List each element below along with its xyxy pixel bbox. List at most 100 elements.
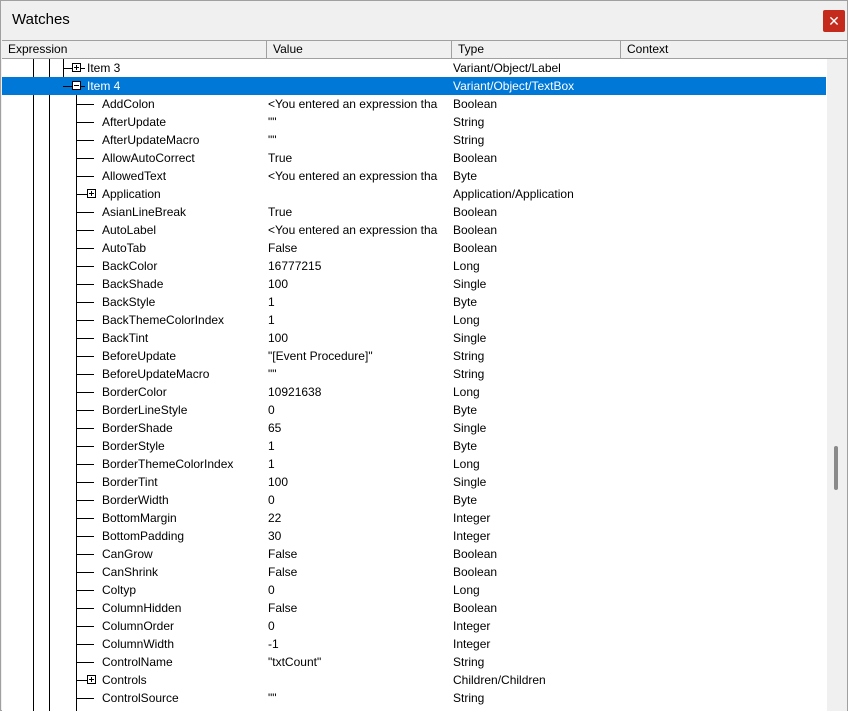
expand-icon[interactable]	[87, 675, 96, 684]
value-cell[interactable]: 0	[268, 401, 451, 419]
value-cell[interactable]	[268, 59, 451, 77]
type-cell: Long	[453, 583, 480, 597]
value-cell[interactable]: "[Event Procedure]"	[268, 347, 451, 365]
value-cell[interactable]: 100	[268, 275, 451, 293]
watch-row[interactable]: AutoLabel <You entered an expression tha B…	[2, 221, 826, 239]
watch-row[interactable]: BorderWidth 0 Byte	[2, 491, 826, 509]
watch-row[interactable]: BottomMargin 22 Integer	[2, 509, 826, 527]
value-cell[interactable]: 1	[268, 437, 451, 455]
value-cell[interactable]: <You entered an expression tha	[268, 221, 451, 239]
watch-row[interactable]: ColumnWidth -1 Integer	[2, 635, 826, 653]
value-cell[interactable]: False	[268, 545, 451, 563]
type-cell: Boolean	[453, 601, 498, 615]
watch-row[interactable]: BeforeUpdateMacro "" String	[2, 365, 826, 383]
value-cell[interactable]	[268, 77, 451, 95]
value-cell[interactable]: 30	[268, 527, 451, 545]
watch-row[interactable]: Coltyp 0 Long	[2, 581, 826, 599]
column-header-expression[interactable]: Expression	[2, 41, 267, 58]
watch-row[interactable]: BackStyle 1 Byte	[2, 293, 826, 311]
watch-row[interactable]: AddColon <You entered an expression tha Bo…	[2, 95, 826, 113]
watch-row[interactable]: BeforeUpdate "[Event Procedure]" String	[2, 347, 826, 365]
watch-row[interactable]: ControlName "txtCount" String	[2, 653, 826, 671]
collapse-icon[interactable]	[72, 81, 81, 90]
value-cell[interactable]: -1	[268, 635, 451, 653]
column-header-context[interactable]: Context	[621, 41, 847, 58]
type-cell: Integer	[453, 637, 491, 651]
watch-row[interactable]: Item 4 Variant/Object/TextBox	[2, 77, 826, 95]
watch-row[interactable]: BorderThemeColorIndex 1 Long	[2, 455, 826, 473]
tree-connector	[76, 356, 94, 357]
value-cell[interactable]: False	[268, 599, 451, 617]
watch-row[interactable]: CanShrink False Boolean	[2, 563, 826, 581]
value-cell[interactable]: 100	[268, 473, 451, 491]
title-bar[interactable]: Watches ✕	[1, 1, 847, 39]
watch-row[interactable]: BorderColor 10921638 Long	[2, 383, 826, 401]
value-cell[interactable]: ""	[268, 365, 451, 383]
watch-row[interactable]: BottomPadding 30 Integer	[2, 527, 826, 545]
tree-connector	[76, 104, 94, 105]
value-cell[interactable]: 0	[268, 491, 451, 509]
expand-icon[interactable]	[72, 63, 81, 72]
watch-row[interactable]: CanGrow False Boolean	[2, 545, 826, 563]
watch-row[interactable]: AllowedText <You entered an expression th…	[2, 167, 826, 185]
watch-row[interactable]: Item 3 Variant/Object/Label	[2, 59, 826, 77]
value-cell[interactable]: <You entered an expression tha	[268, 167, 451, 185]
watch-row[interactable]: ControlSource "" String	[2, 689, 826, 707]
watch-row[interactable]: BorderStyle 1 Byte	[2, 437, 826, 455]
expression-cell: ColumnWidth	[102, 637, 175, 651]
type-cell: Byte	[453, 169, 478, 183]
type-cell: Long	[453, 457, 480, 471]
value-cell[interactable]: 0	[268, 617, 451, 635]
watch-row[interactable]: ColumnOrder 0 Integer	[2, 617, 826, 635]
type-cell: String	[453, 691, 485, 705]
value-cell[interactable]: 22	[268, 509, 451, 527]
value-cell[interactable]: 1	[268, 293, 451, 311]
value-cell[interactable]: ""	[268, 113, 451, 131]
value-cell[interactable]: 16777215	[268, 257, 451, 275]
value-cell[interactable]: 10921638	[268, 383, 451, 401]
watch-row[interactable]: BorderTint 100 Single	[2, 473, 826, 491]
close-button[interactable]: ✕	[823, 10, 845, 32]
value-cell[interactable]	[268, 671, 451, 689]
value-cell[interactable]: ""	[268, 689, 451, 707]
watch-row[interactable]: Application Application/Application	[2, 185, 826, 203]
expression-cell: BorderShade	[102, 421, 173, 435]
value-cell[interactable]: "txtCount"	[268, 653, 451, 671]
value-cell[interactable]: True	[268, 203, 451, 221]
watch-row[interactable]: BorderShade 65 Single	[2, 419, 826, 437]
column-header-value[interactable]: Value	[267, 41, 452, 58]
type-cell: Boolean	[453, 97, 498, 111]
value-cell[interactable]	[268, 185, 451, 203]
column-header-type[interactable]: Type	[452, 41, 621, 58]
expression-cell: CanShrink	[102, 565, 159, 579]
value-cell[interactable]: 0	[268, 581, 451, 599]
expand-icon[interactable]	[87, 189, 96, 198]
value-cell[interactable]: ""	[268, 131, 451, 149]
watch-row[interactable]: AllowAutoCorrect True Boolean	[2, 149, 826, 167]
watch-row[interactable]: BackColor 16777215 Long	[2, 257, 826, 275]
watch-row[interactable]: BackShade 100 Single	[2, 275, 826, 293]
watch-row[interactable]: AsianLineBreak True Boolean	[2, 203, 826, 221]
value-cell[interactable]: 1	[268, 455, 451, 473]
value-cell[interactable]: 1	[268, 311, 451, 329]
expression-cell: BorderThemeColorIndex	[102, 457, 234, 471]
watch-row[interactable]: BackThemeColorIndex 1 Long	[2, 311, 826, 329]
tree-connector	[76, 644, 94, 645]
watch-row[interactable]: AfterUpdateMacro "" String	[2, 131, 826, 149]
watch-list[interactable]: Expression Value Type Context Item 3 Vari…	[2, 40, 847, 711]
tree-connector	[76, 176, 94, 177]
watch-row[interactable]: AutoTab False Boolean	[2, 239, 826, 257]
vertical-scrollbar[interactable]	[827, 59, 847, 711]
value-cell[interactable]: False	[268, 563, 451, 581]
watch-row[interactable]: ColumnHidden False Boolean	[2, 599, 826, 617]
value-cell[interactable]: False	[268, 239, 451, 257]
value-cell[interactable]: 100	[268, 329, 451, 347]
value-cell[interactable]: 65	[268, 419, 451, 437]
watch-row[interactable]: Controls Children/Children	[2, 671, 826, 689]
watch-row[interactable]: BackTint 100 Single	[2, 329, 826, 347]
watch-row[interactable]: AfterUpdate "" String	[2, 113, 826, 131]
value-cell[interactable]: True	[268, 149, 451, 167]
watch-row[interactable]: BorderLineStyle 0 Byte	[2, 401, 826, 419]
value-cell[interactable]: <You entered an expression tha	[268, 95, 451, 113]
scrollbar-thumb[interactable]	[834, 446, 838, 490]
